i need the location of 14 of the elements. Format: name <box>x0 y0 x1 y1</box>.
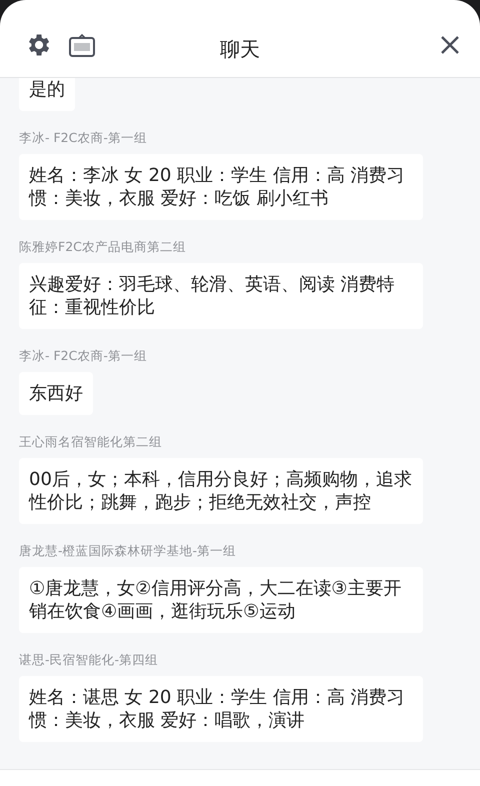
header-title: 聊天 <box>220 37 260 61</box>
message-bubble: 00后，女；本科，信用分良好；高频购物，追求性价比；跳舞，跑步；拒绝无效社交，声控 <box>19 458 423 524</box>
message-bubble: 是的 <box>19 78 75 111</box>
message-bubble: 姓名：谌思 女 20 职业：学生 信用：高 消费习惯：美妆，衣服 爱好：唱歌，演讲 <box>19 676 423 742</box>
message-bubble: 姓名：李冰 女 20 职业：学生 信用：高 消费习惯：美妆，衣服 爱好：吃饭 刷小红书 <box>19 154 423 220</box>
message-bubble: ①唐龙慧，女②信用评分高，大二在读③主要开销在饮食④画画，逛街玩乐⑤运动 <box>19 567 423 633</box>
sender-name: 李冰- F2C农商-第一组 <box>19 130 148 146</box>
sender-name: 李冰- F2C农商-第一组 <box>19 348 148 364</box>
sender-name: 谌思-民宿智能化-第四组 <box>19 652 160 668</box>
sender-name: 王心雨名宿智能化第二组 <box>19 434 163 450</box>
sender-name: 陈雅婷F2C农产品电商第二组 <box>19 239 187 255</box>
message-bubble: 兴趣爱好：羽毛球、轮滑、英语、阅读 消费特征：重视性价比 <box>19 263 423 329</box>
sender-name: 唐龙慧-橙蓝国际森林研学基地-第一组 <box>19 543 238 559</box>
message-bubble: 东西好 <box>19 372 93 415</box>
